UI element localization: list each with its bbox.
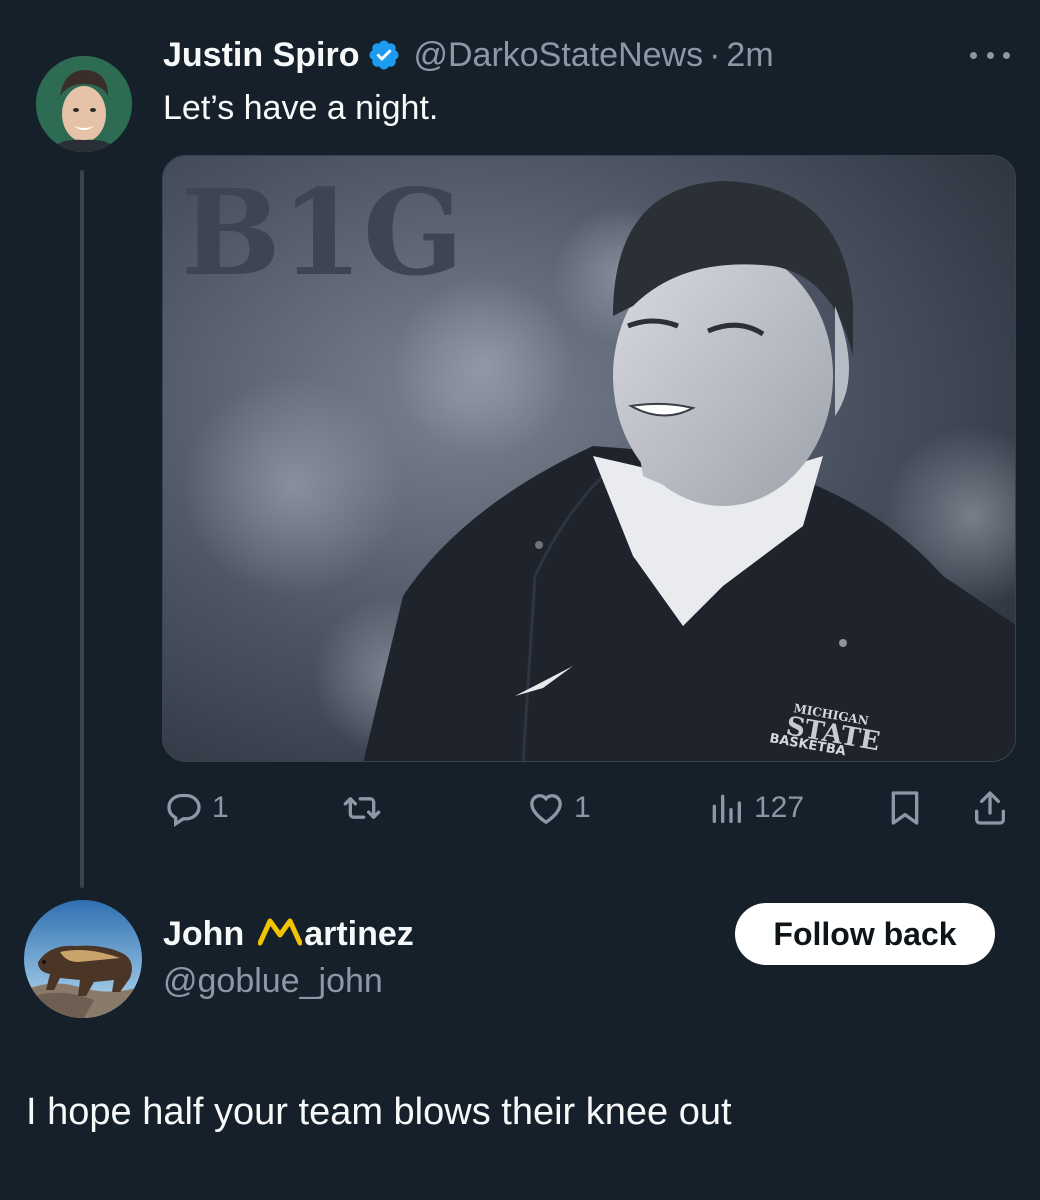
like-icon: [530, 794, 562, 825]
reply-author-avatar[interactable]: [24, 900, 142, 1018]
like-count: 1: [574, 791, 591, 824]
reply-text: I hope half your team blows their knee o…: [26, 1091, 732, 1133]
retweet-icon: [343, 797, 381, 819]
tweet-header: Justin Spiro @DarkoStateNews · 2m: [163, 33, 774, 77]
tweet-action-bar: 1 1 127: [0, 782, 1040, 834]
maize-m-emoji-icon: [258, 918, 303, 946]
tweet-timestamp[interactable]: 2m: [726, 36, 773, 75]
author-avatar[interactable]: [36, 56, 132, 152]
reply-last-name: artinez: [304, 914, 414, 953]
share-button[interactable]: [970, 782, 1010, 834]
b1g-logo-text: B1G: [181, 163, 464, 302]
header-separator: ·: [709, 35, 721, 74]
like-button[interactable]: 1: [526, 782, 591, 834]
more-icon[interactable]: [970, 40, 1010, 70]
bookmark-icon: [891, 791, 919, 825]
reply-button[interactable]: 1: [164, 782, 229, 834]
views-count: 127: [754, 791, 805, 824]
thread-connector-line: [80, 170, 84, 888]
author-handle[interactable]: @DarkoStateNews: [413, 36, 703, 75]
share-icon: [975, 791, 1005, 825]
reply-first-name: John: [163, 914, 245, 953]
views-icon: [712, 794, 741, 823]
bookmark-button[interactable]: [885, 782, 925, 834]
tweet-media-image[interactable]: B1G MICHIGAN STATE BASKETBA: [162, 155, 1016, 762]
reply-count: 1: [212, 791, 229, 824]
reply-icon: [167, 793, 201, 827]
tweet-text: Let’s have a night.: [163, 89, 439, 127]
reply-author-name[interactable]: John artinez: [163, 910, 414, 958]
tweet-thread-screen: Justin Spiro @DarkoStateNews · 2m Let’s …: [0, 0, 1040, 1200]
follow-back-button[interactable]: Follow back: [735, 903, 995, 965]
reply-author-handle[interactable]: @goblue_john: [163, 962, 383, 1001]
retweet-button[interactable]: [342, 782, 382, 834]
views-button[interactable]: 127: [706, 782, 804, 834]
author-display-name[interactable]: Justin Spiro: [163, 36, 359, 75]
verified-badge-icon: [369, 40, 399, 70]
